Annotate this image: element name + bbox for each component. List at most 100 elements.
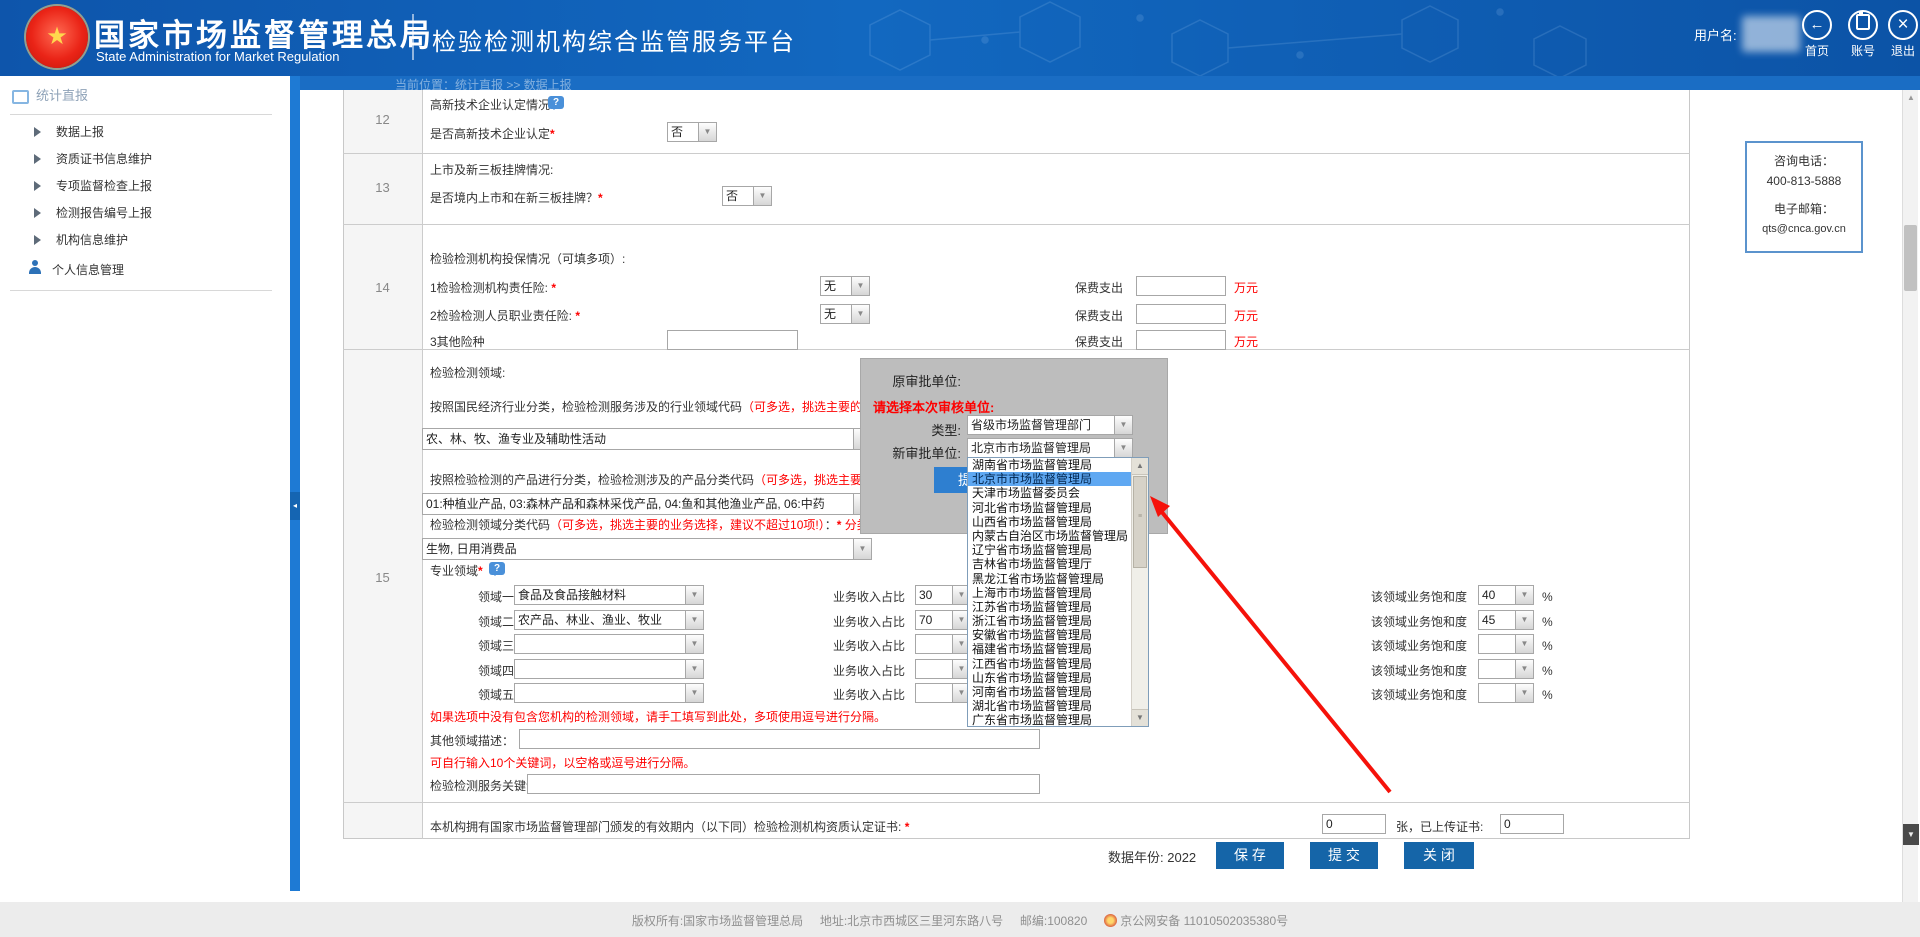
dropdown-option[interactable]: 湖北省市场监督管理局 (968, 699, 1132, 713)
sat5-select[interactable]: ▼ (1478, 683, 1534, 703)
type-select[interactable]: 省级市场监督管理部门▼ (967, 415, 1133, 435)
certificate-count-input[interactable] (1322, 814, 1386, 834)
new-unit-select[interactable]: 北京市市场监督管理局▼ (967, 438, 1133, 458)
field1-select[interactable]: 食品及食品接触材料▼ (514, 585, 704, 605)
field3-select[interactable]: ▼ (514, 634, 704, 654)
chevron-down-icon[interactable]: ▼ (853, 539, 871, 559)
chevron-down-icon[interactable]: ▼ (1515, 660, 1533, 678)
dropdown-option[interactable]: 江苏省市场监督管理局 (968, 600, 1132, 614)
account-icon[interactable] (1848, 10, 1878, 40)
sat4-select[interactable]: ▼ (1478, 659, 1534, 679)
field4-select[interactable]: ▼ (514, 659, 704, 679)
home-icon[interactable]: ← (1802, 10, 1832, 40)
industry-code-select[interactable]: 农、林、牧、渔专业及辅助性活动▼ (422, 428, 872, 450)
chevron-down-icon[interactable]: ▼ (1515, 586, 1533, 604)
data-year: 数据年份: 2022 (1108, 850, 1196, 866)
chevron-down-icon[interactable]: ▼ (685, 684, 703, 702)
dropdown-option[interactable]: 天津市场监督委员会 (968, 486, 1132, 500)
chevron-down-icon[interactable]: ▼ (1515, 611, 1533, 629)
submit-button[interactable]: 提 交 (1310, 842, 1378, 869)
sat1-select[interactable]: 40▼ (1478, 585, 1534, 605)
scroll-down-arrow-icon[interactable]: ▼ (1132, 709, 1148, 726)
contact-box: 咨询电话： 400-813-5888 电子邮箱： qts@cnca.gov.cn (1745, 141, 1863, 253)
chevron-down-icon[interactable]: ▼ (1114, 439, 1132, 457)
data-year-label: 数据年份: (1108, 850, 1167, 865)
save-button[interactable]: 保 存 (1216, 842, 1284, 869)
dropdown-option[interactable]: 辽宁省市场监督管理局 (968, 543, 1132, 557)
product-code-select[interactable]: 01:种植业产品, 03:森林产品和森林采伐产品, 04:鱼和其他渔业产品, 0… (422, 493, 872, 515)
dropdown-option[interactable]: 湖南省市场监督管理局 (968, 458, 1132, 472)
footer-beian[interactable]: 京公网安备 11010502035380号 (1120, 914, 1288, 928)
dropdown-option[interactable]: 安徽省市场监督管理局 (968, 628, 1132, 642)
scroll-up-arrow-icon[interactable]: ▲ (1903, 90, 1919, 106)
chevron-down-icon[interactable]: ▼ (851, 277, 869, 295)
dropdown-option-selected[interactable]: 北京市市场监督管理局 (968, 472, 1132, 486)
dropdown-option[interactable]: 吉林省市场监督管理厅 (968, 557, 1132, 571)
hightech-question: 是否高新技术企业认定* (430, 126, 555, 142)
dropdown-option[interactable]: 山东省市场监督管理局 (968, 671, 1132, 685)
dropdown-option[interactable]: 黑龙江省市场监督管理局 (968, 572, 1132, 586)
dropdown-option[interactable]: 山西省市场监督管理局 (968, 515, 1132, 529)
chevron-down-icon[interactable]: ▼ (1515, 635, 1533, 653)
keywords-input[interactable] (527, 774, 1040, 794)
dropdown-option[interactable]: 江西省市场监督管理局 (968, 657, 1132, 671)
hightech-select[interactable]: 否▼ (667, 122, 717, 142)
chevron-down-icon[interactable]: ▼ (685, 586, 703, 604)
listing-select[interactable]: 否▼ (722, 186, 772, 206)
scrollbar-thumb[interactable]: ≡ (1133, 476, 1147, 568)
chevron-down-icon[interactable]: ▼ (685, 611, 703, 629)
sidebar-item-org-info[interactable]: 机构信息维护 (0, 226, 290, 253)
dropdown-scrollbar[interactable]: ▲ ≡ ▼ (1131, 458, 1148, 726)
sidebar-item-certificate-info[interactable]: 资质证书信息维护 (0, 145, 290, 172)
hightech-select-value: 否 (668, 123, 698, 141)
dropdown-option[interactable]: 河北省市场监督管理局 (968, 501, 1132, 515)
dropdown-option[interactable]: 浙江省市场监督管理局 (968, 614, 1132, 628)
dropdown-option[interactable]: 内蒙古自治区市场监督管理局 (968, 529, 1132, 543)
chevron-down-icon[interactable]: ▼ (851, 305, 869, 323)
logout-icon[interactable]: × (1888, 10, 1918, 40)
income3-select[interactable]: ▼ (915, 634, 971, 654)
chevron-down-icon[interactable]: ▼ (698, 123, 716, 141)
dropdown-option[interactable]: 福建省市场监督管理局 (968, 642, 1132, 656)
income2-select[interactable]: 70▼ (915, 610, 971, 630)
chevron-down-icon[interactable]: ▼ (753, 187, 771, 205)
dropdown-option[interactable]: 广东省市场监督管理局 (968, 713, 1132, 726)
scroll-up-arrow-icon[interactable]: ▲ (1132, 458, 1148, 475)
help-bubble-icon[interactable]: ? (489, 562, 505, 575)
chevron-down-icon[interactable]: ▼ (685, 660, 703, 678)
income4-select[interactable]: ▼ (915, 659, 971, 679)
other-domain-input[interactable] (519, 729, 1040, 749)
fee1-input[interactable] (1136, 276, 1226, 296)
sidebar-splitter[interactable] (290, 76, 300, 891)
sat3-select[interactable]: ▼ (1478, 634, 1534, 654)
insurance1-select[interactable]: 无▼ (820, 276, 870, 296)
income1-select[interactable]: 30▼ (915, 585, 971, 605)
chevron-down-icon[interactable]: ▼ (685, 635, 703, 653)
sidebar-collapse-arrow[interactable]: ◂ (290, 492, 300, 520)
scrollbar-thumb[interactable] (1904, 225, 1917, 291)
field2-select[interactable]: 农产品、林业、渔业、牧业▼ (514, 610, 704, 630)
field5-select[interactable]: ▼ (514, 683, 704, 703)
sidebar-item-data-upload[interactable]: 数据上报 (0, 118, 290, 145)
close-button[interactable]: 关 闭 (1404, 842, 1474, 869)
chevron-down-icon[interactable]: ▼ (1515, 684, 1533, 702)
nav-logout-label[interactable]: 退出 (1880, 42, 1920, 59)
insurance2-select[interactable]: 无▼ (820, 304, 870, 324)
fee2-input[interactable] (1136, 304, 1226, 324)
sat2-select[interactable]: 45▼ (1478, 610, 1534, 630)
sidebar-item-personal-info[interactable]: 个人信息管理 (0, 256, 290, 284)
chevron-down-icon[interactable]: ▼ (1114, 416, 1132, 434)
uploaded-count-input[interactable] (1500, 814, 1564, 834)
nav-home-label[interactable]: 首页 (1794, 42, 1840, 59)
sidebar-item-report-number[interactable]: 检测报告编号上报 (0, 199, 290, 226)
dropdown-option[interactable]: 上海市市场监督管理局 (968, 586, 1132, 600)
help-bubble-icon[interactable]: ? (548, 96, 564, 109)
scroll-down-arrow-icon[interactable]: ▼ (1903, 824, 1919, 845)
income5-select[interactable]: ▼ (915, 683, 971, 703)
dropdown-option[interactable]: 河南省市场监督管理局 (968, 685, 1132, 699)
domain-code-select[interactable]: 生物, 日用消费品▼ (422, 538, 872, 560)
sidebar-item-special-inspection[interactable]: 专项监督检查上报 (0, 172, 290, 199)
insurance3-input[interactable] (667, 330, 798, 350)
page-scrollbar[interactable]: ▲ ▼ (1902, 90, 1918, 902)
fee3-input[interactable] (1136, 330, 1226, 350)
